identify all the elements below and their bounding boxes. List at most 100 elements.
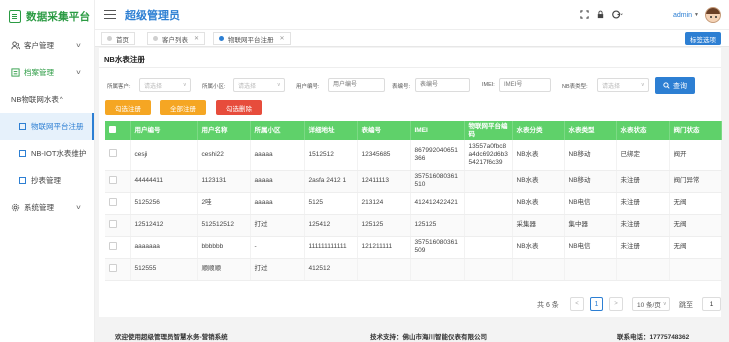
tab-options-button[interactable]: 标签选项 <box>685 32 721 45</box>
row-select-cell[interactable] <box>105 214 131 237</box>
table-cell: 512555 <box>130 258 198 281</box>
sidebar-menu: 客户管理 v 档案管理 v NB物联网水表 ^ 物联网平台注册 NB-IOT水表… <box>0 32 94 221</box>
table-cell: cesji <box>130 140 198 171</box>
table-row[interactable]: cesji ceshi22 aaaaa 1512512 12345685 86799204… <box>105 140 722 171</box>
table-cell: 121211111 <box>357 236 411 259</box>
divider <box>99 67 721 68</box>
close-icon[interactable]: ✕ <box>280 35 285 42</box>
table-cell <box>669 258 722 281</box>
table-cell: 已绑定 <box>616 140 670 171</box>
table-cell <box>410 258 465 281</box>
menu-toggle-icon[interactable] <box>104 9 116 20</box>
table-cell: 顺顺顺 <box>197 258 251 281</box>
nb-type-label: NB表类型: <box>562 84 588 90</box>
register-all-button[interactable]: 全部注册 <box>160 100 206 115</box>
fullscreen-icon[interactable] <box>580 9 589 21</box>
sidebar-item-customers[interactable]: 客户管理 v <box>0 32 94 59</box>
brand-title: 数据采集平台 <box>26 10 91 23</box>
user-menu[interactable]: admin <box>673 12 692 19</box>
table-cell: 2哇 <box>197 192 251 215</box>
column-header: 物联网平台编码 <box>464 121 513 140</box>
row-checkbox[interactable] <box>109 263 117 272</box>
nb-type-select[interactable]: 请选择 v <box>597 78 649 92</box>
row-checkbox[interactable] <box>109 219 117 228</box>
sidebar-item-system[interactable]: 系统管理 v <box>0 194 94 221</box>
table-cell: 5125256 <box>130 192 198 215</box>
square-icon <box>19 123 26 130</box>
jump-page-input[interactable]: 1 <box>702 297 721 311</box>
selected-register-button[interactable]: 勾选注册 <box>105 100 151 115</box>
select-all-checkbox[interactable] <box>109 125 116 133</box>
table-cell: - <box>250 236 305 259</box>
tab-iot-register[interactable]: 物联网平台注册 ✕ <box>213 32 291 45</box>
next-page-button[interactable]: > <box>609 297 623 311</box>
sidebar-item-meter-reading[interactable]: 抄表管理 <box>0 167 94 194</box>
sidebar: 数据采集平台 客户管理 v 档案管理 v NB物联网水表 ^ 物联网平台注册 N… <box>0 0 95 342</box>
table-cell: 阀开 <box>669 140 722 171</box>
avatar[interactable] <box>705 7 721 23</box>
tab-home[interactable]: 首页 <box>101 32 135 45</box>
table-cell: 357516080361509 <box>410 236 465 259</box>
page-number-button[interactable]: 1 <box>590 297 603 311</box>
table-cell <box>464 258 513 281</box>
language-icon[interactable] <box>612 9 623 21</box>
table-row[interactable]: 5125256 2哇 aaaaa 5125 213124 412412422421 NB水表… <box>105 192 722 215</box>
column-header: 用户编号 <box>130 121 198 140</box>
table-cell: 12411113 <box>357 170 411 193</box>
table-cell <box>357 258 411 281</box>
row-select-cell[interactable] <box>105 170 131 193</box>
table-cell: 12345685 <box>357 140 411 171</box>
table-row[interactable]: 512555 顺顺顺 打过 412512 <box>105 258 722 281</box>
query-button[interactable]: 查询 <box>655 77 695 94</box>
table-cell <box>464 236 513 259</box>
select-all-cell[interactable] <box>105 121 131 140</box>
sidebar-item-label: NB物联网水表 <box>11 95 59 104</box>
sidebar-item-nb-meters[interactable]: NB物联网水表 ^ <box>0 86 94 113</box>
meter-no-label: 表编号: <box>392 84 411 90</box>
chevron-down-icon: v <box>641 82 645 88</box>
chevron-down-icon: v <box>76 42 81 49</box>
table-cell: 213124 <box>357 192 411 215</box>
select-placeholder: 请选择 <box>602 83 621 90</box>
row-checkbox[interactable] <box>109 149 117 158</box>
user-no-label: 用户编号: <box>296 84 320 90</box>
sidebar-item-iot-register[interactable]: 物联网平台注册 <box>0 113 94 140</box>
row-checkbox[interactable] <box>109 175 117 184</box>
table-header-row: 用户编号 用户名称 所属小区 详细地址 表编号 IMEI 物联网平台编码 水表分… <box>105 121 722 140</box>
user-no-input[interactable] <box>328 78 385 92</box>
table-row[interactable]: 44444411 1123131 aaaaa 2asfa 2412 1 12411113… <box>105 170 722 193</box>
chevron-down-icon[interactable]: ▼ <box>694 12 699 18</box>
area-select[interactable]: 请选择 v <box>233 78 285 92</box>
table-cell: 412512 <box>304 258 358 281</box>
table-cell: NB移动 <box>564 170 617 193</box>
query-label: 查询 <box>673 82 687 90</box>
row-select-cell[interactable] <box>105 258 131 281</box>
row-select-cell[interactable] <box>105 236 131 259</box>
meter-no-input[interactable] <box>415 78 470 92</box>
tab-customer-list[interactable]: 客户列表 ✕ <box>147 32 206 45</box>
table-cell: 1512512 <box>304 140 358 171</box>
table-cell: aaaaaaa <box>130 236 198 259</box>
imei-input[interactable] <box>499 78 551 92</box>
main-panel: NB水表注册 所属客户: 请选择 v 所属小区: 请选择 v 用户编号: 表编号: … <box>99 48 722 317</box>
row-checkbox[interactable] <box>109 241 117 250</box>
table-cell: 867992040651366 <box>410 140 465 171</box>
sidebar-item-archives[interactable]: 档案管理 v <box>0 59 94 86</box>
lock-icon[interactable] <box>596 10 605 21</box>
prev-page-button[interactable]: < <box>570 297 584 311</box>
row-checkbox[interactable] <box>109 197 117 206</box>
table-row[interactable]: 12512412 512512512 打过 125412 125125 125125 采集器… <box>105 214 722 237</box>
close-icon[interactable]: ✕ <box>194 35 199 42</box>
pagination: 共 6 条 < 1 > 10 条/页 v 跳至 1 <box>99 297 721 312</box>
table-cell: 采集器 <box>512 214 565 237</box>
dot-icon <box>219 36 224 41</box>
table-row[interactable]: aaaaaaa bbbbbb -111111111111 121211111 35751… <box>105 236 722 259</box>
row-select-cell[interactable] <box>105 192 131 215</box>
sidebar-item-nb-iot-maintenance[interactable]: NB-IOT水表维护 <box>0 140 94 167</box>
customer-select[interactable]: 请选择 v <box>139 78 191 92</box>
row-select-cell[interactable] <box>105 140 131 171</box>
page-size-select[interactable]: 10 条/页 v <box>632 297 670 311</box>
panel-title: NB水表注册 <box>104 55 145 64</box>
selected-delete-button[interactable]: 勾选删除 <box>216 100 262 115</box>
chevron-down-icon: v <box>183 82 187 88</box>
